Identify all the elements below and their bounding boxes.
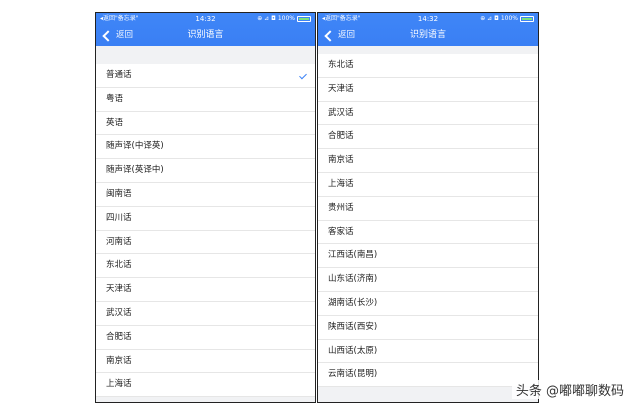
status-indicators: ⊕ ⊿ ◘ 100% (257, 13, 311, 25)
language-option[interactable]: 江西话(南昌) (318, 244, 538, 269)
language-option[interactable]: 闽南语 (96, 183, 315, 207)
language-option-label: 上海话 (106, 379, 132, 390)
page-title: 识别语言 (187, 30, 224, 40)
language-option-label: 武汉话 (328, 107, 354, 118)
language-option-label: 东北话 (106, 260, 132, 271)
watermark: 头条 @嘟嘟聊数码 (511, 380, 628, 399)
language-option-label: 客家话 (328, 226, 354, 237)
language-option[interactable]: 合肥话 (96, 326, 315, 350)
battery-icon (520, 16, 534, 22)
language-option-label: 武汉话 (106, 307, 132, 318)
language-option-label: 天津话 (328, 83, 354, 94)
nav-bar: 返回 识别语言 (318, 25, 538, 46)
language-option-label: 云南话(昆明) (328, 369, 378, 380)
language-option[interactable]: 武汉话 (96, 302, 315, 326)
language-option[interactable]: 贵州话 (318, 197, 538, 221)
battery-percent: 100% (500, 15, 518, 22)
language-option-label: 山东话(济南) (328, 274, 378, 285)
language-option-label: 江西话(南昌) (328, 250, 378, 261)
language-option-label: 天津话 (106, 284, 132, 295)
language-option[interactable]: 合肥话 (318, 125, 538, 150)
language-option-label: 合肥话 (328, 131, 354, 142)
language-option[interactable]: 随声译(中译英) (96, 135, 315, 160)
phone-screen-right: ◂返回"备忘录" 14:32 ⊕ ⊿ ◘ 100% 返回 识别语言 东北话天津话… (317, 12, 539, 403)
screenshot-stage: ◂返回"备忘录" 14:32 ⊕ ⊿ ◘ 100% 返回 识别语言 普通话粤语英… (0, 0, 640, 407)
language-option[interactable]: 陕西话(西安) (318, 316, 538, 340)
language-option[interactable]: 山西话(太原) (318, 340, 538, 364)
language-option-label: 闽南语 (106, 188, 132, 199)
battery-icon (297, 16, 311, 22)
language-option[interactable]: 随声译(英译中) (96, 159, 315, 183)
language-option-label: 南京话 (328, 155, 354, 166)
language-list-right: 东北话天津话武汉话合肥话南京话上海话贵州话客家话江西话(南昌) 山东话(济南) 湖南… (318, 54, 538, 388)
language-option[interactable]: 湖南话(长沙) (318, 292, 538, 316)
language-option[interactable]: 天津话 (318, 78, 538, 102)
language-option-label: 普通话 (106, 70, 132, 80)
language-option[interactable]: 南京话 (96, 350, 315, 374)
status-indicators: ⊕ ⊿ ◘ 100% (480, 13, 534, 25)
status-bar: ◂返回"备忘录" 14:32 ⊕ ⊿ ◘ 100% (96, 13, 315, 25)
language-option[interactable]: 云南话(昆明) (318, 363, 538, 388)
phone-screen-left: ◂返回"备忘录" 14:32 ⊕ ⊿ ◘ 100% 返回 识别语言 普通话粤语英… (95, 12, 316, 403)
language-option[interactable]: 粤语 (96, 88, 315, 112)
language-option[interactable]: 南京话 (318, 149, 538, 173)
language-option[interactable]: 客家话 (318, 221, 538, 245)
language-option[interactable]: 上海话 (318, 173, 538, 197)
language-option[interactable]: 武汉话 (318, 102, 538, 126)
language-option-label: 贵州话 (328, 202, 354, 213)
language-option-label: 四川话 (106, 212, 132, 223)
language-option[interactable]: 河南话 (96, 231, 315, 255)
nav-bar: 返回 识别语言 (96, 25, 315, 46)
language-option-label: 山西话(太原) (328, 345, 378, 356)
language-option-label: 河南话 (106, 236, 132, 247)
language-option-label: 粤语 (106, 93, 124, 104)
status-bar: ◂返回"备忘录" 14:32 ⊕ ⊿ ◘ 100% (318, 13, 538, 25)
language-option[interactable]: 东北话 (96, 254, 315, 279)
language-option-label: 合肥话 (106, 331, 132, 342)
language-option-label: 英语 (106, 117, 124, 128)
language-option-label: 东北话 (328, 60, 354, 70)
page-title: 识别语言 (409, 30, 446, 40)
checkmark-icon (299, 71, 307, 80)
language-option-label: 随声译(英译中) (106, 165, 164, 176)
app-header: ◂返回"备忘录" 14:32 ⊕ ⊿ ◘ 100% 返回 识别语言 (318, 13, 538, 46)
language-option[interactable]: 四川话 (96, 207, 315, 231)
language-option[interactable]: 山东话(济南) (318, 268, 538, 292)
language-option-label: 陕西话(西安) (328, 321, 378, 332)
language-option-label: 随声译(中译英) (106, 141, 164, 152)
app-header: ◂返回"备忘录" 14:32 ⊕ ⊿ ◘ 100% 返回 识别语言 (96, 13, 315, 46)
battery-percent: 100% (277, 15, 295, 22)
status-icons: ⊕ ⊿ ◘ (480, 15, 499, 22)
language-option[interactable]: 东北话 (318, 54, 538, 78)
language-option-label: 湖南话(长沙) (328, 297, 378, 308)
language-list-left: 普通话粤语英语随声译(中译英) 随声译(英译中) 闽南语四川话河南话东北话天津话武汉… (96, 64, 315, 398)
language-option-label: 南京话 (106, 355, 132, 366)
language-option[interactable]: 普通话 (96, 64, 315, 88)
language-option-label: 上海话 (328, 178, 354, 189)
language-option[interactable]: 英语 (96, 112, 315, 136)
language-option[interactable]: 上海话 (96, 373, 315, 398)
status-icons: ⊕ ⊿ ◘ (257, 15, 276, 22)
language-option[interactable]: 天津话 (96, 278, 315, 302)
